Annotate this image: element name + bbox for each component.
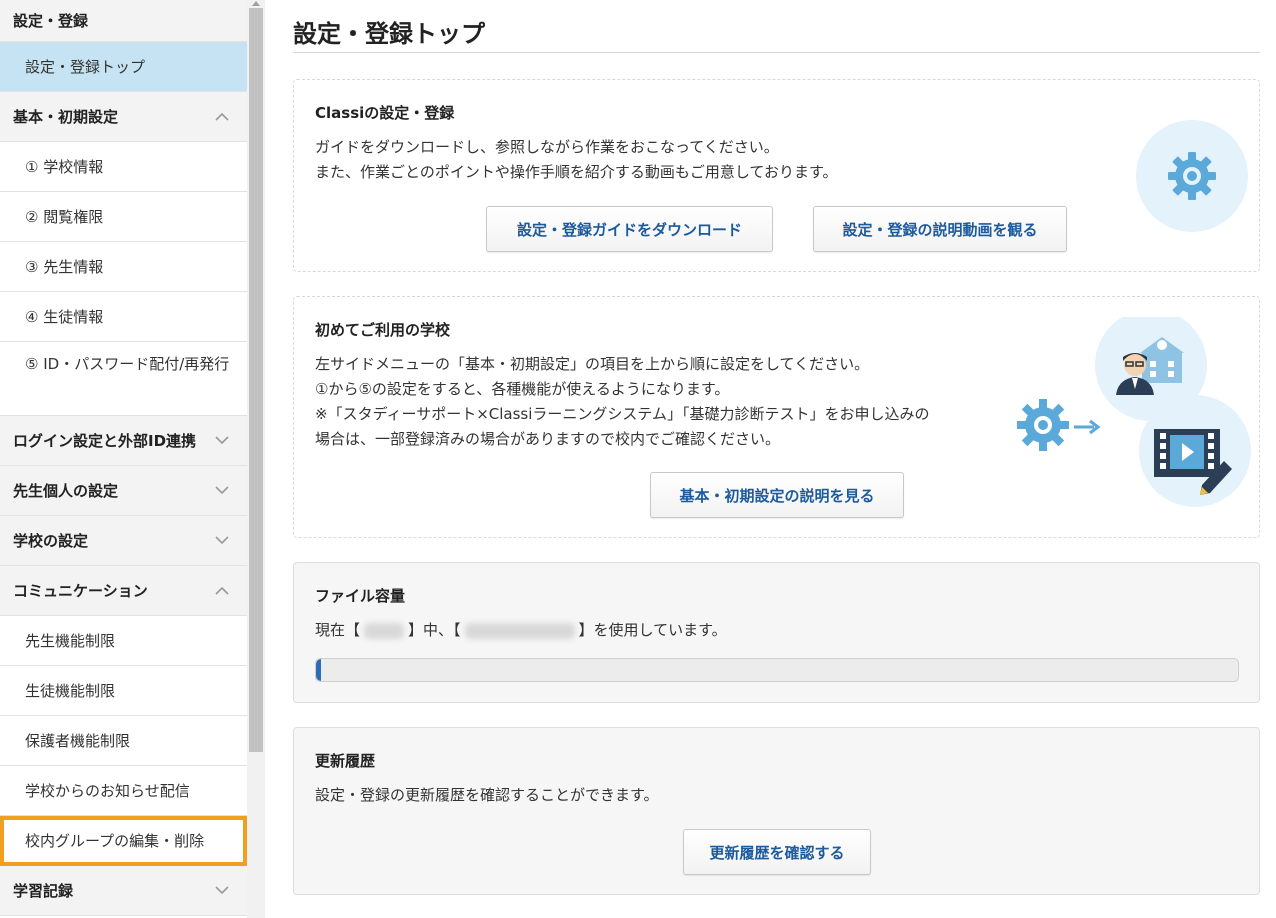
- page-title: 設定・登録トップ: [293, 0, 1260, 53]
- sidebar-section-label: コミュニケーション: [13, 582, 148, 600]
- card-title: 更新履歴: [315, 752, 376, 770]
- sidebar-section-label: 学校の設定: [13, 532, 89, 550]
- card-text-line: また、作業ごとのポイントや操作手順を紹介する動画もご用意しております。: [315, 163, 838, 181]
- sidebar-section-label: 基本・初期設定: [13, 108, 119, 126]
- chevron-up-icon: [211, 580, 233, 602]
- setup-flow-illustration: [1014, 309, 1254, 517]
- sidebar-section-learning[interactable]: 学習記録: [0, 866, 247, 916]
- sidebar-item-label: 校内グループの編集・削除: [25, 831, 205, 850]
- sidebar-item-school-notice[interactable]: 学校からのお知らせ配信: [0, 766, 247, 816]
- main-content: 設定・登録トップ Classiの設定・登録 ガイドをダウンロードし、参照しながら…: [293, 0, 1260, 895]
- sidebar-section-login[interactable]: ログイン設定と外部ID連携: [0, 416, 247, 466]
- chevron-down-icon: [211, 430, 233, 452]
- sidebar-item-label: ② 閲覧権限: [25, 207, 104, 226]
- sidebar-scrollbar-thumb[interactable]: [249, 8, 263, 752]
- sidebar-item-label: ① 学校情報: [25, 157, 104, 176]
- sidebar-item-label: 保護者機能制限: [25, 731, 131, 750]
- file-capacity-card: ファイル容量 現在【 】中、【 】を使用しています。: [293, 562, 1260, 703]
- sidebar-item-view-permission[interactable]: ② 閲覧権限: [0, 192, 247, 242]
- sidebar-item-student-info[interactable]: ④ 生徒情報: [0, 292, 247, 342]
- capacity-progress-bar: [315, 658, 1239, 682]
- redacted-used-capacity: [464, 622, 575, 639]
- sidebar-item-label: ⑤ ID・パスワード配付/再発行: [25, 355, 230, 373]
- sidebar-section-label: 学習記録: [13, 882, 74, 900]
- sidebar-section-settings: 設定・登録: [0, 0, 247, 42]
- card-title: Classiの設定・登録: [315, 104, 455, 122]
- chevron-down-icon: [211, 880, 233, 902]
- sidebar-item-label: 生徒機能制限: [25, 681, 116, 700]
- chevron-down-icon: [211, 480, 233, 502]
- sidebar-section-teacher-personal[interactable]: 先生個人の設定: [0, 466, 247, 516]
- usage-mid: 】中、【: [408, 621, 461, 639]
- download-guide-button[interactable]: 設定・登録ガイドをダウンロード: [486, 206, 773, 252]
- sidebar-item-school-info[interactable]: ① 学校情報: [0, 142, 247, 192]
- sidebar-section-communication[interactable]: コミュニケーション: [0, 566, 247, 616]
- card-title: ファイル容量: [315, 587, 406, 605]
- sidebar: 設定・登録 設定・登録トップ 基本・初期設定 ① 学校情報 ② 閲覧権限 ③ 先…: [0, 0, 247, 918]
- sidebar-item-settings-top[interactable]: 設定・登録トップ: [0, 42, 247, 92]
- sidebar-item-label: 設定・登録トップ: [25, 57, 146, 76]
- classi-settings-card: Classiの設定・登録 ガイドをダウンロードし、参照しながら作業をおこなってく…: [293, 79, 1260, 272]
- card-text-line: ガイドをダウンロードし、参照しながら作業をおこなってください。: [315, 138, 779, 156]
- sidebar-item-label: 先生機能制限: [25, 631, 116, 650]
- sidebar-section-basic[interactable]: 基本・初期設定: [0, 92, 247, 142]
- capacity-progress-fill: [316, 659, 321, 681]
- gear-illustration-icon: [1136, 120, 1248, 232]
- card-text-line: 設定・登録の更新履歴を確認することができます。: [315, 786, 659, 804]
- sidebar-item-teacher-restrict[interactable]: 先生機能制限: [0, 616, 247, 666]
- sidebar-item-label: 学校からのお知らせ配信: [25, 781, 190, 800]
- sidebar-section-school[interactable]: 学校の設定: [0, 516, 247, 566]
- update-history-card: 更新履歴 設定・登録の更新履歴を確認することができます。 更新履歴を確認する: [293, 727, 1260, 895]
- usage-suffix: 】を使用しています。: [578, 621, 727, 639]
- sidebar-section-label: 先生個人の設定: [13, 482, 119, 500]
- sidebar-section-label: 設定・登録: [13, 12, 89, 30]
- chevron-down-icon: [211, 530, 233, 552]
- watch-video-button[interactable]: 設定・登録の説明動画を観る: [813, 206, 1067, 252]
- chevron-up-icon: [211, 106, 233, 128]
- check-update-history-button[interactable]: 更新履歴を確認する: [683, 829, 871, 875]
- sidebar-item-group-edit[interactable]: 校内グループの編集・削除: [0, 816, 247, 866]
- file-usage-text: 現在【 】中、【 】を使用しています。: [315, 618, 1238, 643]
- sidebar-item-label: ③ 先生情報: [25, 257, 104, 276]
- scroll-up-arrow-icon[interactable]: [250, 0, 262, 8]
- redacted-total-capacity: [364, 622, 405, 639]
- first-time-card: 初めてご利用の学校 左サイドメニューの「基本・初期設定」の項目を上から順に設定を…: [293, 296, 1260, 538]
- basic-settings-explanation-button[interactable]: 基本・初期設定の説明を見る: [650, 472, 904, 518]
- usage-prefix: 現在【: [315, 621, 361, 639]
- sidebar-item-label: ④ 生徒情報: [25, 307, 104, 326]
- sidebar-item-teacher-info[interactable]: ③ 先生情報: [0, 242, 247, 292]
- sidebar-item-guardian-restrict[interactable]: 保護者機能制限: [0, 716, 247, 766]
- sidebar-section-label: ログイン設定と外部ID連携: [13, 432, 197, 450]
- sidebar-item-id-password[interactable]: ⑤ ID・パスワード配付/再発行: [0, 342, 247, 416]
- sidebar-item-student-restrict[interactable]: 生徒機能制限: [0, 666, 247, 716]
